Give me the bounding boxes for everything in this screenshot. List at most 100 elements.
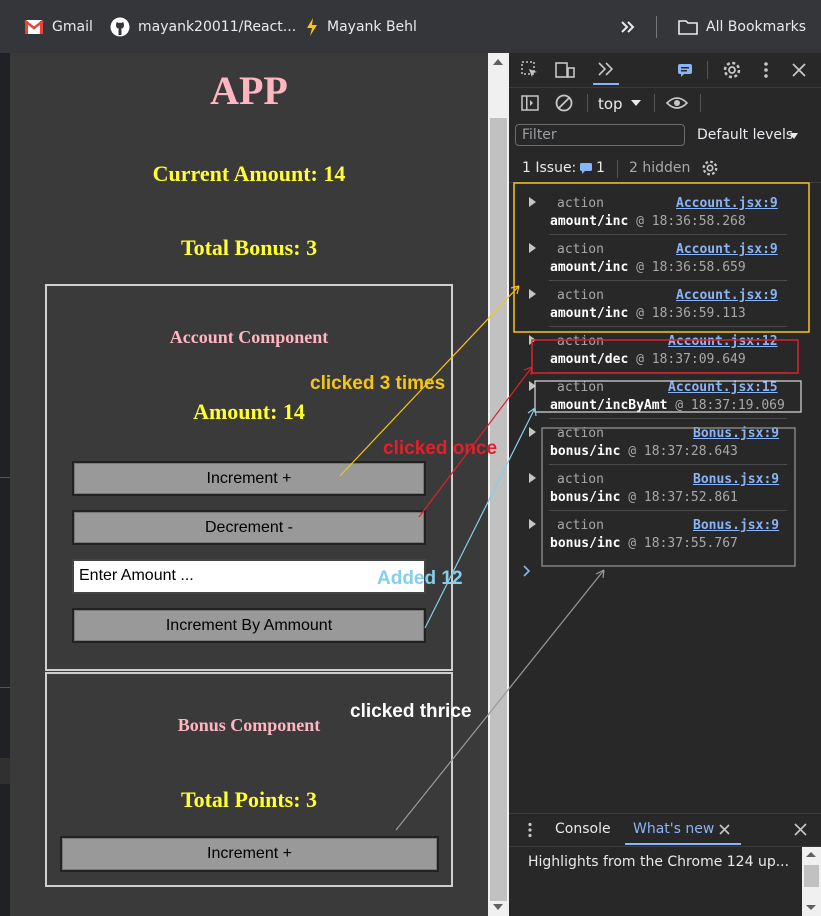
app-title: APP [210,68,288,113]
log-message: bonus/inc @ 18:37:52.861 [550,490,738,505]
close-drawer-icon[interactable] [794,823,807,836]
filter-input[interactable]: Filter [515,124,685,146]
expand-triangle-icon[interactable] [529,197,536,207]
expand-triangle-icon[interactable] [529,473,536,483]
eye-icon[interactable] [666,96,688,110]
issues-label[interactable]: 1 Issue: [522,160,576,176]
log-source-link[interactable]: Bonus.jsx:9 [693,426,779,441]
console-prompt-icon [523,565,531,577]
log-divider [549,326,787,327]
log-action-type: amount/inc [550,260,629,275]
account-heading: Account Component [169,327,329,347]
double-chevron-icon [621,21,635,33]
bookmark-github[interactable]: mayank20011/React... [110,16,296,38]
devtools-toolbar [509,53,821,88]
annotation-added-12: Added 12 [377,568,463,589]
log-source-link[interactable]: Account.jsx:12 [668,334,778,349]
log-action-label: action [557,334,604,349]
github-icon [110,17,130,37]
device-toolbar-icon[interactable] [555,61,575,79]
log-source-link[interactable]: Account.jsx:9 [676,242,778,257]
issues-bar: 1 Issue: 1 2 hidden [509,154,821,183]
current-amount: Current Amount: 14 [152,161,346,186]
whats-new-highlight[interactable]: Highlights from the Chrome 124 up... [528,854,789,870]
log-timestamp: @ 18:37:52.861 [628,490,738,505]
drawer-scrollbar[interactable] [802,847,821,916]
clear-console-icon[interactable] [555,94,573,112]
sidebar-toggle-icon[interactable] [521,95,539,111]
all-bookmarks-button[interactable]: All Bookmarks [678,16,806,38]
drawer-scroll-down-icon[interactable] [806,905,816,910]
toolbar-separator [700,94,701,112]
drawer-scroll-up-icon[interactable] [806,852,816,857]
expand-triangle-icon[interactable] [529,289,536,299]
log-timestamp: @ 18:37:19.069 [675,398,785,413]
drawer-active-indicator [625,843,741,845]
log-action-type: amount/inc [550,306,629,321]
expand-triangle-icon[interactable] [529,381,536,391]
message-icon[interactable] [677,63,693,77]
decrement-button[interactable]: Decrement - [72,510,426,545]
active-tab-indicator [593,83,619,85]
log-source-link[interactable]: Account.jsx:9 [676,196,778,211]
log-message: bonus/inc @ 18:37:55.767 [550,536,738,551]
log-source-link[interactable]: Account.jsx:15 [668,380,778,395]
toolbar-separator [587,94,588,112]
log-timestamp: @ 18:37:09.649 [636,352,746,367]
drawer-menu-icon[interactable] [527,822,533,838]
log-divider [549,510,787,511]
annotation-clicked-thrice: clicked thrice [350,701,472,722]
increment-button[interactable]: Increment + [72,461,426,496]
bookmark-label: Gmail [52,19,93,35]
page-scrollbar[interactable] [488,53,509,916]
log-message: amount/inc @ 18:36:59.113 [550,306,746,321]
log-source-link[interactable]: Bonus.jsx:9 [693,518,779,533]
bookmark-gmail[interactable]: Gmail [24,16,93,38]
log-source-link[interactable]: Bonus.jsx:9 [693,472,779,487]
close-tab-icon[interactable] [719,824,730,835]
log-message: amount/inc @ 18:36:58.268 [550,214,746,229]
expand-triangle-icon[interactable] [529,243,536,253]
dropdown-arrow-icon[interactable] [631,100,641,106]
app-viewport: APP Current Amount: 14 Total Bonus: 3 Ac… [10,53,488,916]
bookmarks-overflow-button[interactable] [620,16,636,38]
annotation-clicked-3-times: clicked 3 times [310,373,446,394]
bonus-increment-button[interactable]: Increment + [60,836,439,872]
tab-console[interactable]: Console [555,821,611,837]
levels-dropdown-icon[interactable] [790,133,798,139]
amount-input[interactable]: Enter Amount ... [72,559,426,594]
total-points: Total Points: 3 [180,787,318,812]
account-amount: Amount: 14 [193,399,305,424]
scroll-up-arrow-icon[interactable] [493,59,503,65]
expand-triangle-icon[interactable] [529,427,536,437]
increment-by-amount-button[interactable]: Increment By Ammount [72,608,426,643]
annotation-clicked-once: clicked once [383,438,498,459]
gear-icon[interactable] [722,60,742,80]
issues-count: 1 [596,160,605,176]
more-tabs-icon[interactable] [597,61,615,77]
expand-triangle-icon[interactable] [529,335,536,345]
log-timestamp: @ 18:36:59.113 [636,306,746,321]
toolbar-separator [654,94,655,112]
log-source-link[interactable]: Account.jsx:9 [676,288,778,303]
log-action-label: action [557,380,604,395]
context-selector[interactable]: top [598,95,623,113]
log-timestamp: @ 18:37:55.767 [628,536,738,551]
kebab-menu-icon[interactable] [763,61,769,79]
close-icon[interactable] [792,63,806,77]
expand-triangle-icon[interactable] [529,519,536,529]
bookmark-mayank-behl[interactable]: Mayank Behl [305,16,417,38]
log-divider [549,372,787,373]
scrollbar-thumb[interactable] [490,118,507,901]
scroll-down-arrow-icon[interactable] [493,904,503,910]
tab-whats-new[interactable]: What's new [633,821,714,837]
log-action-label: action [557,426,604,441]
drawer-scroll-thumb[interactable] [804,865,819,887]
log-timestamp: @ 18:36:58.659 [636,260,746,275]
console-settings-icon[interactable] [701,159,719,177]
inspect-element-icon[interactable] [521,61,539,79]
log-levels-selector[interactable]: Default levels [697,127,793,143]
toolbar-separator [707,61,708,79]
log-action-label: action [557,472,604,487]
devtools-panel: top Filter Default levels 1 Issue: 1 2 h… [509,53,821,916]
